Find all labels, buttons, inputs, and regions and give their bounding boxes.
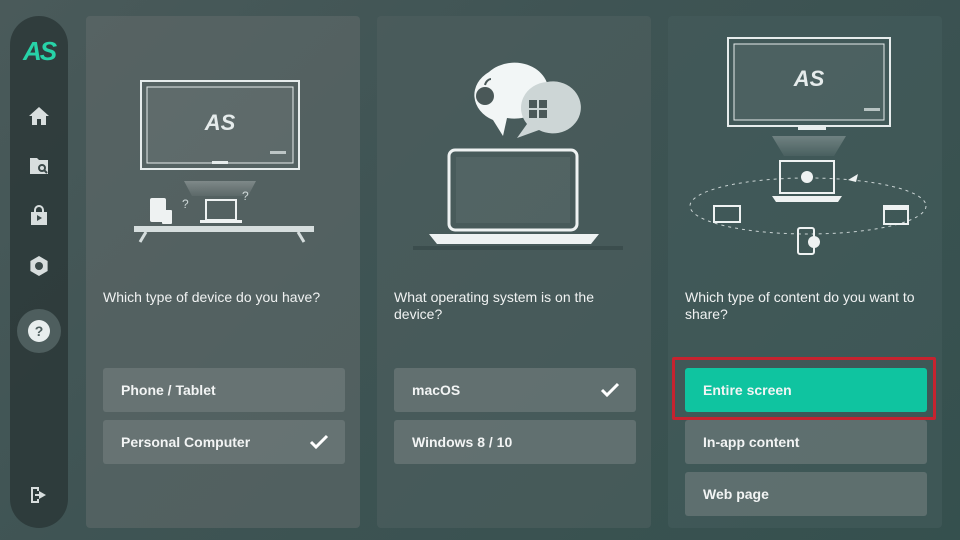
option-web-page[interactable]: Web page [685,472,927,516]
home-icon[interactable] [23,100,55,132]
svg-text:?: ? [242,189,249,203]
option-macos[interactable]: macOS [394,368,636,412]
option-in-app-content[interactable]: In-app content [685,420,927,464]
option-label: Phone / Tablet [121,382,216,398]
option-entire-screen[interactable]: Entire screen [685,368,927,412]
sidebar: AS ? [10,16,68,528]
option-label: Personal Computer [121,434,251,450]
option-label: In-app content [703,434,800,450]
logout-icon[interactable] [23,479,55,511]
os-card: What operating system is on the device? … [377,16,651,528]
question-text: Which type of content do you want to sha… [685,289,915,322]
option-label: Web page [703,486,769,502]
question-text: What operating system is on the device? [394,289,594,322]
question-text: Which type of device do you have? [103,289,321,305]
os-illustration [413,62,623,250]
option-personal-computer[interactable]: Personal Computer [103,420,345,464]
option-label: Entire screen [703,382,792,398]
svg-text:?: ? [35,323,44,339]
file-search-icon[interactable] [23,150,55,182]
content-type-card: AS Which type of content do you want to … [668,16,942,528]
checkmark-icon [600,382,620,398]
app-logo: AS [22,36,57,66]
checkmark-icon [309,434,329,450]
share-illustration: AS [689,37,927,255]
option-windows[interactable]: Windows 8 / 10 [394,420,636,464]
device-illustration: AS ? ? [134,80,314,243]
help-icon[interactable]: ? [17,309,61,353]
gear-icon[interactable] [23,250,55,282]
store-bag-icon[interactable] [23,200,55,232]
device-type-card: AS ? ? Which type of device do you have?… [86,16,360,528]
option-phone-tablet[interactable]: Phone / Tablet [103,368,345,412]
svg-text:?: ? [182,197,189,211]
illustration-logo: AS [793,66,825,91]
option-label: Windows 8 / 10 [412,434,513,450]
option-label: macOS [412,382,461,398]
illustration-logo: AS [204,110,236,135]
